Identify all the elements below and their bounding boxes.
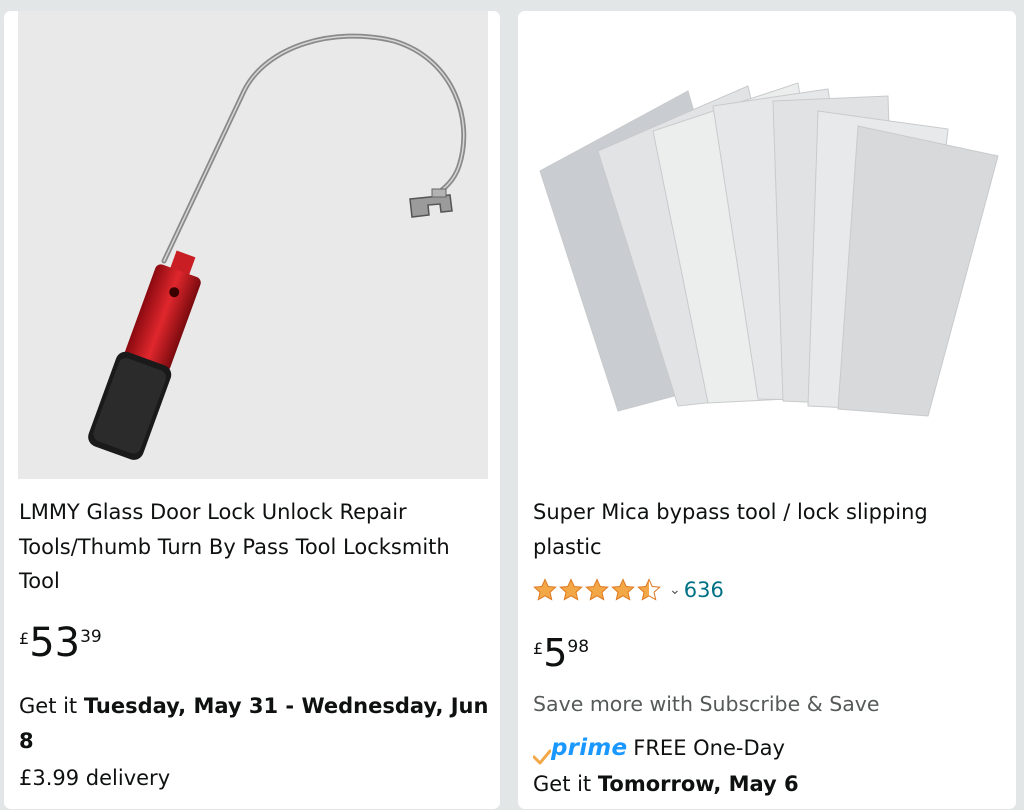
product-image[interactable] [518, 11, 1016, 479]
star-rating [533, 578, 663, 602]
prime-label: prime [551, 735, 628, 761]
star-full-icon [585, 578, 609, 601]
rating[interactable]: ⌄ 636 [533, 578, 724, 602]
product-price[interactable]: £5339 [19, 623, 102, 663]
delivery-cost: £3.99 delivery [19, 766, 171, 790]
prime-delivery: prime FREE One-Day [533, 731, 785, 765]
delivery-prefix: Get it [533, 772, 598, 796]
product-card[interactable]: LMMY Glass Door Lock Unlock Repair Tools… [3, 10, 501, 810]
price-currency: £ [533, 639, 544, 658]
subscribe-save-text: Save more with Subscribe & Save [533, 692, 880, 716]
product-card[interactable]: Super Mica bypass tool / lock slipping p… [517, 10, 1017, 810]
product-image[interactable] [4, 11, 500, 479]
delivery-date: Tuesday, May 31 - Wednesday, Jun 8 [19, 694, 489, 753]
star-half-icon [637, 578, 661, 601]
delivery-date: Tomorrow, May 6 [597, 772, 799, 796]
prime-logo: prime [533, 731, 627, 765]
rating-count[interactable]: 636 [684, 578, 724, 602]
chevron-down-icon[interactable]: ⌄ [669, 582, 681, 598]
product-title[interactable]: LMMY Glass Door Lock Unlock Repair Tools… [19, 495, 489, 599]
product-price[interactable]: £598 [533, 633, 589, 673]
prime-shipping-text: FREE One-Day [633, 736, 785, 760]
price-fraction: 98 [567, 637, 590, 657]
delivery-info: Get it Tuesday, May 31 - Wednesday, Jun … [19, 689, 489, 759]
price-whole: 53 [29, 620, 81, 666]
price-whole: 5 [543, 631, 568, 675]
prime-check-icon [533, 749, 551, 765]
star-full-icon [533, 578, 557, 601]
star-full-icon [611, 578, 635, 601]
delivery-prefix: Get it [19, 694, 84, 718]
price-fraction: 39 [80, 627, 102, 647]
delivery-info: Get it Tomorrow, May 6 [533, 767, 799, 801]
mica-sheets-image [539, 82, 999, 417]
star-full-icon [559, 578, 583, 601]
price-currency: £ [19, 629, 30, 648]
lock-tool-image [88, 33, 467, 460]
product-title[interactable]: Super Mica bypass tool / lock slipping p… [533, 495, 1003, 564]
